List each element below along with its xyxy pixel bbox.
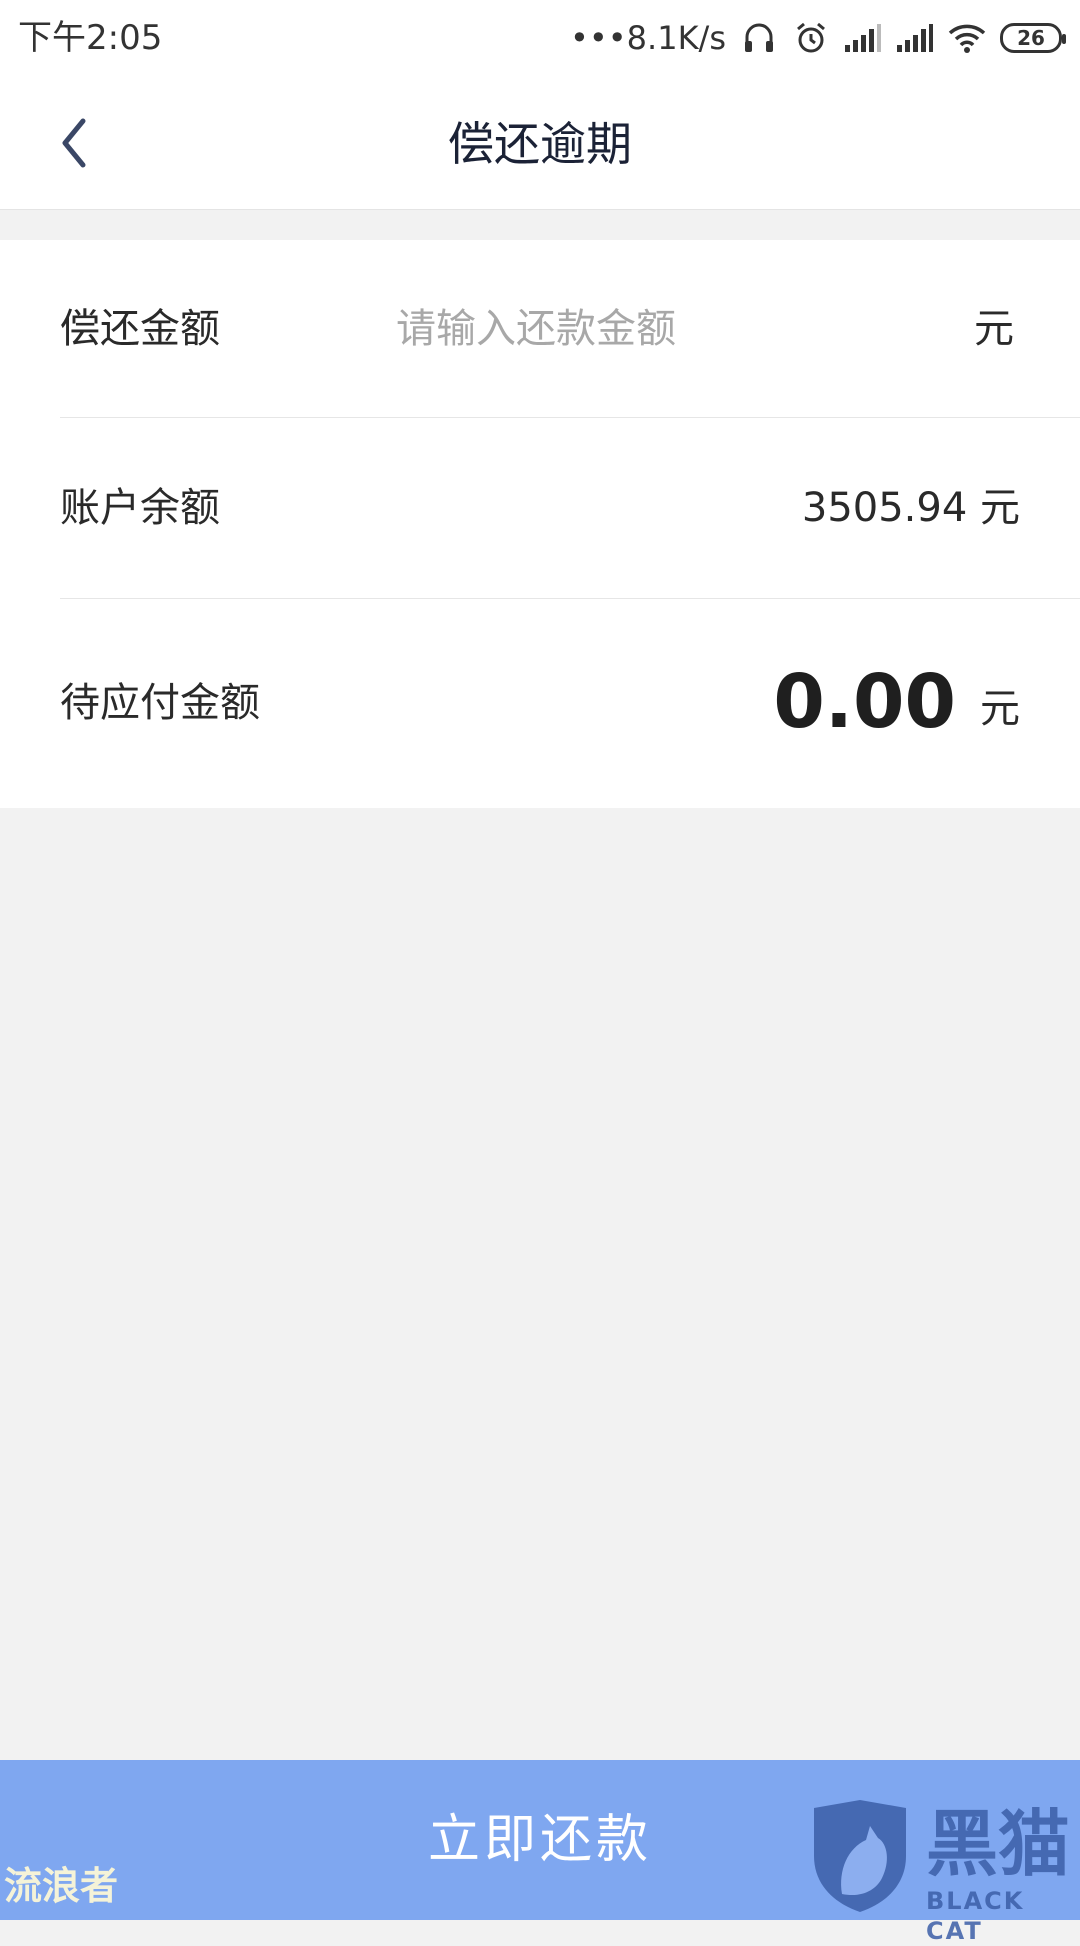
alarm-icon bbox=[792, 19, 830, 57]
signal-icon bbox=[844, 19, 882, 57]
repayment-form: 偿还金额 元 账户余额 3505.94 元 待应付金额 0.00 元 bbox=[0, 240, 1080, 808]
pay-now-label: 立即还款 bbox=[427, 1810, 652, 1870]
brand-watermark: 黑猫 BLACK CAT bbox=[808, 1800, 1080, 1945]
balance-label: 账户余额 bbox=[60, 485, 220, 531]
headset-icon bbox=[740, 19, 778, 57]
repay-amount-label: 偿还金额 bbox=[60, 306, 220, 352]
due-amount-value: 0.00 bbox=[773, 659, 956, 745]
watermark-text: 流浪者 bbox=[4, 1864, 119, 1908]
repay-amount-row: 偿还金额 元 bbox=[60, 240, 1080, 418]
network-speed: •••8.1K/s bbox=[570, 19, 726, 57]
due-amount-row: 待应付金额 0.00 元 bbox=[60, 599, 1080, 808]
status-bar: 下午2:05 •••8.1K/s 26 bbox=[0, 0, 1080, 78]
status-time: 下午2:05 bbox=[18, 18, 163, 58]
balance-row: 账户余额 3505.94 元 bbox=[60, 418, 1080, 599]
status-icons: •••8.1K/s 26 bbox=[570, 14, 1066, 62]
title-bar: 偿还逾期 bbox=[0, 78, 1080, 210]
watermark-brand-sub: BLACK CAT bbox=[926, 1887, 1025, 1945]
shield-cat-icon bbox=[814, 1800, 906, 1912]
battery-icon: 26 bbox=[1000, 23, 1066, 53]
due-unit: 元 bbox=[980, 686, 1020, 732]
watermark-brand: 黑猫 bbox=[926, 1802, 1071, 1886]
repay-amount-input[interactable] bbox=[396, 296, 916, 362]
balance-value: 3505.94 元 bbox=[801, 485, 1020, 531]
wifi-icon bbox=[948, 19, 986, 57]
signal-icon bbox=[896, 19, 934, 57]
page-title: 偿还逾期 bbox=[448, 117, 632, 171]
repay-unit: 元 bbox=[974, 306, 1014, 352]
due-amount-label: 待应付金额 bbox=[60, 680, 260, 726]
